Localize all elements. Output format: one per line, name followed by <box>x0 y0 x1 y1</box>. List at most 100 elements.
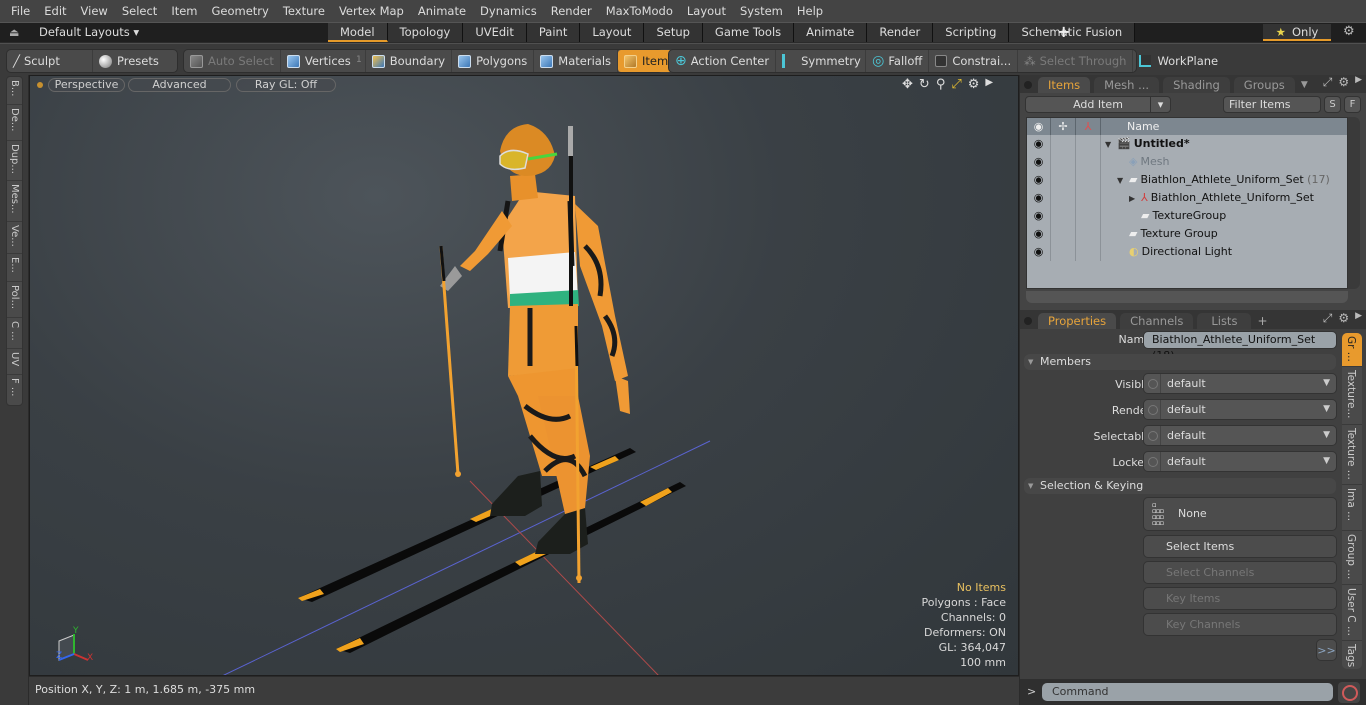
viewport-menu-arrow-icon[interactable]: ▶ <box>985 77 993 92</box>
s-button[interactable]: S <box>1324 96 1341 113</box>
selectable-dropdown[interactable]: default ▼ <box>1143 425 1337 446</box>
locator-cell[interactable] <box>1076 171 1101 189</box>
vertices-button[interactable]: Vertices 1 <box>281 50 366 72</box>
locator-cell[interactable] <box>1076 225 1101 243</box>
tab-paint[interactable]: Paint <box>526 23 581 42</box>
lock-cell[interactable] <box>1051 225 1076 243</box>
visibility-eye-icon[interactable]: ◉ <box>1027 171 1051 189</box>
constraints-button[interactable]: Constrai... <box>929 50 1019 72</box>
menu-maxtomodo[interactable]: MaxToModo <box>599 0 680 22</box>
item-row[interactable]: ◉ ▶ ⅄ Biathlon_Athlete_Uniform_Set <box>1027 189 1347 207</box>
add-item-dropdown-icon[interactable]: ▾ <box>1150 97 1170 112</box>
rotate-icon[interactable]: ↻ <box>919 77 930 92</box>
side-tab-texture-1[interactable]: Texture... <box>1342 367 1362 425</box>
name-column-header[interactable]: Name <box>1101 118 1159 135</box>
menu-file[interactable]: File <box>4 0 37 22</box>
3d-viewport[interactable]: Y X Z Perspective Advanced Ray GL: Off ✥… <box>29 75 1019 676</box>
locator-column-icon[interactable]: ⅄ <box>1076 118 1101 135</box>
sculpt-button[interactable]: ╱ Sculpt <box>7 50 93 72</box>
tab-items[interactable]: Items <box>1038 77 1091 93</box>
side-tab-tags[interactable]: Tags <box>1342 641 1362 669</box>
item-row[interactable]: ◉ ▰ TextureGroup <box>1027 207 1347 225</box>
properties-gear-icon[interactable]: ⚙ <box>1338 311 1349 326</box>
tab-properties[interactable]: Properties <box>1038 313 1117 329</box>
locked-toggle[interactable] <box>1148 457 1158 467</box>
pan-icon[interactable]: ✥ <box>902 77 913 92</box>
workplane-button[interactable]: WorkPlane <box>1133 50 1224 72</box>
locator-cell[interactable] <box>1076 135 1101 153</box>
menu-select[interactable]: Select <box>115 0 164 22</box>
symmetry-button[interactable]: Symmetry <box>776 50 867 72</box>
lock-cell[interactable] <box>1051 135 1076 153</box>
menu-vertex-map[interactable]: Vertex Map <box>332 0 411 22</box>
menu-item[interactable]: Item <box>164 0 204 22</box>
materials-button[interactable]: Materials <box>534 50 619 72</box>
left-tab-curve[interactable]: C ... <box>7 318 22 349</box>
item-row[interactable]: ◉ ◈ Mesh <box>1027 153 1347 171</box>
visible-toggle[interactable] <box>1148 379 1158 389</box>
none-selection-set-button[interactable]: ▫ ▫▫▫ ▫▫▫ ▫▫▫ None <box>1143 497 1337 531</box>
visibility-eye-icon[interactable]: ◉ <box>1027 243 1051 261</box>
tab-setup[interactable]: Setup <box>644 23 703 42</box>
side-tab-image[interactable]: Ima ... <box>1342 485 1362 531</box>
left-tab-duplicate[interactable]: Dup... <box>7 141 22 181</box>
only-button[interactable]: ★ Only <box>1263 24 1331 41</box>
gear-icon[interactable]: ⚙ <box>1343 24 1355 39</box>
menu-texture[interactable]: Texture <box>276 0 332 22</box>
item-row[interactable]: ◉ ▰ Texture Group <box>1027 225 1347 243</box>
properties-arrow-icon[interactable]: ▶ <box>1355 311 1362 326</box>
record-macro-icon[interactable] <box>1338 682 1360 703</box>
name-field[interactable]: Biathlon_Athlete_Uniform_Set (18) <box>1143 331 1337 362</box>
left-tab-polygon[interactable]: Pol... <box>7 282 22 318</box>
left-tab-fusion[interactable]: F ... <box>7 375 22 405</box>
visibility-eye-icon[interactable]: ◉ <box>1027 135 1051 153</box>
left-tab-deform[interactable]: De... <box>7 105 22 141</box>
locator-cell[interactable] <box>1076 207 1101 225</box>
menu-layout[interactable]: Layout <box>680 0 733 22</box>
add-layout-tab-button[interactable]: + <box>1057 22 1070 41</box>
add-properties-tab-button[interactable]: + <box>1257 314 1267 328</box>
side-tab-texture-2[interactable]: Texture ... <box>1342 425 1362 485</box>
more-button[interactable]: >> <box>1316 639 1337 661</box>
tab-mesh[interactable]: Mesh ... <box>1094 77 1160 93</box>
menu-geometry[interactable]: Geometry <box>205 0 276 22</box>
tab-layout[interactable]: Layout <box>580 23 645 42</box>
layout-collapse-icon[interactable]: ⏏ <box>9 26 19 39</box>
items-arrow-icon[interactable]: ▶ <box>1355 75 1362 90</box>
visibility-eye-icon[interactable]: ◉ <box>1027 207 1051 225</box>
key-items-button[interactable]: Key Items <box>1143 587 1337 610</box>
view-mode-button[interactable]: Perspective <box>48 78 125 92</box>
boundary-button[interactable]: Boundary <box>366 50 453 72</box>
menu-system[interactable]: System <box>733 0 790 22</box>
action-center-button[interactable]: ⊕ Action Center <box>669 50 777 72</box>
tab-shading[interactable]: Shading <box>1163 77 1230 93</box>
tab-model[interactable]: Model <box>328 23 388 42</box>
expand-toggle-icon[interactable]: ▶ <box>1129 190 1141 208</box>
left-tab-edge[interactable]: E... <box>7 254 22 282</box>
members-section[interactable]: Members <box>1024 354 1336 370</box>
lock-cell[interactable] <box>1051 207 1076 225</box>
layout-select[interactable]: Default Layouts ▾ <box>39 25 139 39</box>
render-toggle[interactable] <box>1148 405 1158 415</box>
locator-cell[interactable] <box>1076 153 1101 171</box>
tabs-dropdown-icon[interactable]: ▼ <box>1301 80 1308 90</box>
expand-toggle-icon[interactable]: ▼ <box>1117 172 1129 190</box>
item-row[interactable]: ◉ ▼ ▰ Biathlon_Athlete_Uniform_Set (17) <box>1027 171 1347 189</box>
viewport-indicator[interactable] <box>37 82 43 88</box>
selectable-toggle[interactable] <box>1148 431 1158 441</box>
zoom-icon[interactable]: ⚲ <box>936 77 946 92</box>
visibility-column-icon[interactable]: ◉ <box>1027 118 1051 135</box>
tab-scripting[interactable]: Scripting <box>933 23 1010 42</box>
f-button[interactable]: F <box>1344 96 1361 113</box>
menu-help[interactable]: Help <box>790 0 830 22</box>
item-list-hscrollbar[interactable] <box>1026 291 1348 303</box>
add-item-button[interactable]: Add Item ▾ <box>1025 96 1171 113</box>
presets-button[interactable]: Presets <box>93 50 165 72</box>
selection-keying-section[interactable]: Selection & Keying <box>1024 478 1336 494</box>
maximize-icon[interactable]: ⤢ <box>951 77 961 92</box>
item-list-vscrollbar[interactable] <box>1348 117 1360 289</box>
viewport-gear-icon[interactable]: ⚙ <box>968 77 980 92</box>
visibility-eye-icon[interactable]: ◉ <box>1027 153 1051 171</box>
shading-mode-button[interactable]: Advanced <box>128 78 231 92</box>
expand-icon[interactable]: ⤢ <box>1323 311 1333 326</box>
